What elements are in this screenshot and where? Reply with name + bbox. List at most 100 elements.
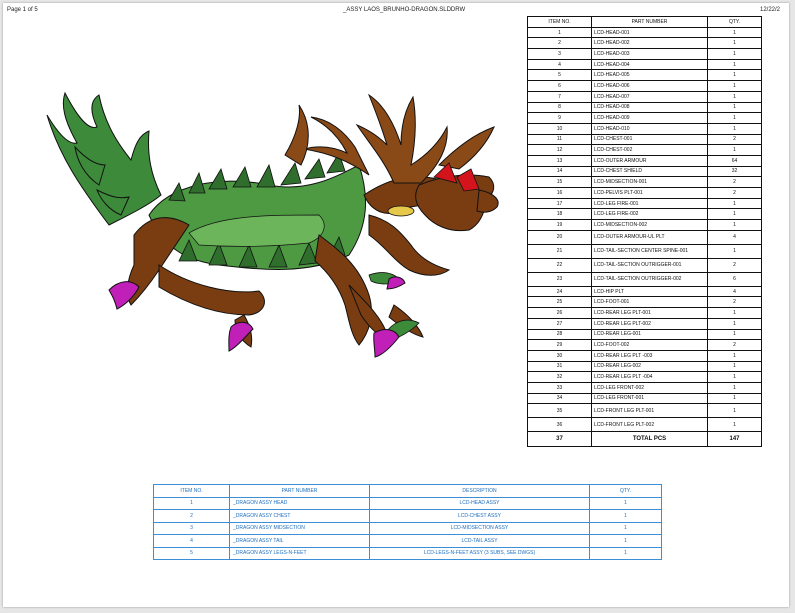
header-qty: QTY. [707, 16, 762, 28]
qty-cell: 1 [707, 417, 762, 433]
part-number-cell: LCD-FRONT LEG PLT-002 [591, 417, 708, 433]
table-row: 19 LCD-MIDSECTION-002 1 [527, 219, 762, 231]
qty-cell: 1 [589, 509, 662, 523]
qty-cell: 1 [707, 208, 762, 221]
header-item-no: ITEM NO. [527, 16, 592, 28]
item-no-cell: 21 [527, 243, 592, 259]
item-no-cell: 33 [527, 381, 592, 394]
qty-cell: 1 [707, 197, 762, 210]
total-qty: 147 [707, 431, 762, 448]
item-no-cell: 11 [527, 133, 592, 146]
item-no-cell: 9 [527, 112, 592, 124]
table-row: 4 LCD-HEAD-004 1 [527, 58, 762, 71]
qty-cell: 1 [707, 371, 762, 383]
part-number-cell: LCD-HEAD-004 [591, 58, 708, 71]
item-no-cell: 4 [527, 58, 592, 71]
qty-cell: 1 [707, 317, 762, 330]
table-row: 1 _DRAGON ASSY HEAD LCD-HEAD ASSY 1 [153, 496, 662, 510]
item-no-cell: 19 [527, 219, 592, 231]
description-cell: LCD-CHEST ASSY [369, 509, 590, 523]
item-no-cell: 31 [527, 360, 592, 373]
part-number-cell: _DRAGON ASSY CHEST [229, 509, 370, 523]
part-number-cell: LCD-REAR LEG PLT -004 [591, 371, 708, 383]
part-number-cell: LCD-REAR LEG-001 [591, 328, 708, 341]
part-number-cell: LCD-TAIL-SECTION CENTER SPINE-001 [591, 243, 708, 259]
table-row: 14 LCD-CHEST SHIELD 32 [527, 165, 762, 178]
table-row: 3 _DRAGON ASSY MIDSECTION LCD-MIDSECTION A… [153, 521, 662, 535]
description-cell: LCD-TAIL ASSY [369, 534, 590, 548]
part-number-cell: LCD-FOOT-002 [591, 339, 708, 351]
part-number-cell: _DRAGON ASSY HEAD [229, 496, 370, 510]
table-row: 16 LCD-PELVIS PLT-001 2 [527, 187, 762, 199]
qty-cell: 1 [589, 534, 662, 548]
table-row: 18 LCD-LEG FIRE-002 1 [527, 208, 762, 221]
file-name: _ASSY LAOS_BRUNHO-DRAGON.SLDDRW [343, 7, 466, 13]
qty-cell: 1 [589, 546, 662, 560]
part-number-cell: LCD-OUTER ARMOUR [591, 154, 708, 167]
item-no-cell: 17 [527, 197, 592, 210]
table-row: 25 LCD-FOOT-001 2 [527, 296, 762, 309]
page-indicator: Page 1 of 5 [7, 7, 38, 13]
item-no-cell: 1 [527, 26, 592, 39]
part-number-cell: LCD-FOOT-001 [591, 296, 708, 309]
qty-cell: 1 [707, 90, 762, 103]
qty-cell: 1 [707, 80, 762, 92]
qty-cell: 6 [707, 271, 762, 287]
part-number-cell: LCD-TAIL-SECTION OUTRIGGER-002 [591, 271, 708, 287]
item-no-cell: 2 [153, 509, 230, 523]
header-description: DESCRIPTION [369, 484, 590, 498]
drawing-date: 12/22/2 [760, 7, 781, 13]
part-number-cell: LCD-HEAD-003 [591, 48, 708, 60]
qty-cell: 2 [707, 257, 762, 273]
qty-cell: 2 [707, 176, 762, 188]
item-no-cell: 32 [527, 371, 592, 383]
qty-cell: 1 [707, 381, 762, 394]
item-no-cell: 26 [527, 307, 592, 319]
item-no-cell: 20 [527, 229, 592, 245]
qty-cell: 32 [707, 165, 762, 178]
part-number-cell: LCD-HEAD-007 [591, 90, 708, 103]
qty-cell: 1 [589, 496, 662, 510]
item-no-cell: 4 [153, 534, 230, 548]
qty-cell: 1 [707, 112, 762, 124]
table-row: 5 _DRAGON ASSY LEGS-N-FEET LCD-LEGS-N-FEET… [153, 546, 662, 560]
item-no-cell: 6 [527, 80, 592, 92]
qty-cell: 1 [707, 328, 762, 341]
item-no-cell: 18 [527, 208, 592, 221]
table-row: 27 LCD-REAR LEG PLT-002 1 [527, 317, 762, 330]
item-no-cell: 1 [153, 496, 230, 510]
table-row: 17 LCD-LEG FIRE-001 1 [527, 197, 762, 210]
part-number-cell: LCD-REAR LEG PLT -003 [591, 349, 708, 362]
part-number-cell: LCD-LEG FIRE-002 [591, 208, 708, 221]
item-no-cell: 15 [527, 176, 592, 188]
table-row: 21 LCD-TAIL-SECTION CENTER SPINE-001 1 [527, 243, 762, 259]
item-no-cell: 5 [153, 546, 230, 560]
qty-cell: 1 [707, 58, 762, 71]
part-number-cell: LCD-LEG FRONT-001 [591, 392, 708, 405]
part-number-cell: LCD-HIP PLT [591, 285, 708, 298]
part-number-cell: LCD-FRONT LEG PLT-001 [591, 403, 708, 419]
qty-cell: 1 [589, 521, 662, 535]
item-no-cell: 25 [527, 296, 592, 309]
item-no-cell: 28 [527, 328, 592, 341]
table-row: 15 LCD-MIDSECTION-001 2 [527, 176, 762, 188]
header-item-no: ITEM NO. [153, 484, 230, 498]
part-number-cell: LCD-HEAD-010 [591, 122, 708, 135]
qty-cell: 2 [707, 133, 762, 146]
table-row: 36 LCD-FRONT LEG PLT-002 1 [527, 417, 762, 433]
total-row: 37 TOTAL PCS 147 [527, 431, 762, 448]
item-no-cell: 23 [527, 271, 592, 287]
header-qty: QTY. [589, 484, 662, 498]
part-number-cell: LCD-LEG FRONT-002 [591, 381, 708, 394]
header-part-number: PART NUMBER [229, 484, 370, 498]
item-no-cell: 35 [527, 403, 592, 419]
qty-cell: 1 [707, 37, 762, 50]
qty-cell: 1 [707, 122, 762, 135]
table-row: 35 LCD-FRONT LEG PLT-001 1 [527, 403, 762, 419]
item-no-cell: 2 [527, 37, 592, 50]
assembly-bom-table: ITEM NO. PART NUMBER DESCRIPTION QTY. 1 _… [153, 484, 662, 560]
table-row: 10 LCD-HEAD-010 1 [527, 122, 762, 135]
part-number-cell: LCD-MIDSECTION-001 [591, 176, 708, 188]
part-number-cell: LCD-TAIL-SECTION OUTRIGGER-001 [591, 257, 708, 273]
part-number-cell: _DRAGON ASSY MIDSECTION [229, 521, 370, 535]
